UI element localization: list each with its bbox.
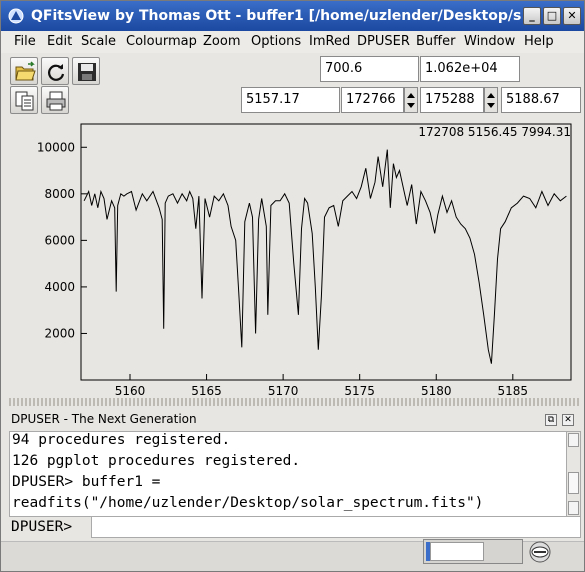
open-button[interactable] — [10, 57, 38, 85]
menu-edit[interactable]: Edit — [47, 34, 72, 49]
scroll-thumb[interactable] — [568, 472, 579, 494]
x-tick-label: 5170 — [268, 384, 299, 396]
dpuser-prompt: DPUSER> — [11, 519, 73, 535]
spin-down-icon[interactable] — [407, 103, 415, 108]
cursor-readout: 172708 5156.45 7994.31 — [418, 125, 571, 139]
save-icon — [78, 63, 96, 81]
window-title: QFitsView by Thomas Ott - buffer1 [/home… — [31, 8, 521, 24]
spin-up-icon[interactable] — [407, 93, 415, 98]
spin-down-icon[interactable] — [487, 103, 495, 108]
copy-button[interactable] — [10, 86, 38, 114]
print-icon — [46, 91, 66, 111]
spectrum-plot-panel[interactable]: 5160 5165 5170 5175 5180 5185 2000 4000 6000 8000… — [9, 118, 579, 398]
float-icon[interactable]: ⧉ — [545, 414, 557, 426]
menu-dpuser[interactable]: DPUSER — [357, 34, 410, 49]
x-tick-label: 5175 — [344, 384, 375, 396]
dpuser-console[interactable]: 94 procedures registered. 126 pgplot pro… — [9, 431, 581, 517]
y-tick-label: 8000 — [44, 187, 75, 201]
menu-file[interactable]: File — [14, 34, 36, 49]
minimize-button[interactable]: _ — [523, 7, 541, 25]
x-tick-label: 5180 — [421, 384, 452, 396]
x-tick-label: 5165 — [191, 384, 222, 396]
spectrum-line — [83, 149, 567, 364]
close-button[interactable]: ✕ — [563, 7, 581, 25]
console-scrollbar[interactable] — [566, 432, 580, 516]
app-icon — [8, 8, 24, 24]
title-bar[interactable]: QFitsView by Thomas Ott - buffer1 [/home… — [1, 1, 584, 31]
menu-zoom[interactable]: Zoom — [203, 34, 240, 49]
menu-scale[interactable]: Scale — [81, 34, 116, 49]
dpuser-dock-title: DPUSER - The Next Generation — [11, 412, 197, 426]
qfitsview-window: QFitsView by Thomas Ott - buffer1 [/home… — [0, 0, 585, 572]
y-tick-label: 6000 — [44, 233, 75, 247]
y-tick-label: 10000 — [37, 140, 75, 154]
menu-help[interactable]: Help — [524, 34, 554, 49]
menu-window[interactable]: Window — [464, 34, 515, 49]
open-folder-icon — [15, 61, 36, 81]
menu-buffer[interactable]: Buffer — [416, 34, 455, 49]
wavelength-start-field[interactable]: 5157.17 — [241, 87, 340, 113]
pixel-start-stepper[interactable] — [404, 87, 418, 113]
dock-close-icon[interactable]: ✕ — [562, 414, 574, 426]
pixel-start-spinbox[interactable]: 172766 — [341, 87, 404, 113]
menu-colourmap[interactable]: Colourmap — [126, 34, 197, 49]
reload-button[interactable] — [41, 57, 69, 85]
scroll-up-icon[interactable] — [568, 433, 579, 447]
menu-bar: File Edit Scale Colourmap Zoom Options I… — [1, 31, 584, 53]
save-button[interactable] — [72, 57, 100, 85]
console-line: 126 pgplot procedures registered. — [12, 453, 301, 469]
y-tick-label: 2000 — [44, 326, 75, 340]
splitter-handle[interactable] — [9, 398, 579, 406]
spectrum-plot[interactable]: 5160 5165 5170 5175 5180 5185 2000 4000 6000 8000… — [9, 118, 579, 398]
command-input[interactable] — [91, 516, 581, 538]
copy-icon — [15, 91, 34, 111]
menu-imred[interactable]: ImRed — [309, 34, 350, 49]
progress-well — [430, 542, 484, 561]
spin-up-icon[interactable] — [487, 93, 495, 98]
pixel-end-stepper[interactable] — [484, 87, 498, 113]
plot-frame — [80, 123, 572, 381]
progress-bar — [423, 539, 523, 564]
menu-options[interactable]: Options — [251, 34, 301, 49]
reload-icon — [48, 64, 65, 81]
pixel-end-spinbox[interactable]: 175288 — [420, 87, 484, 113]
x-tick-label: 5185 — [498, 384, 529, 396]
wavelength-end-field[interactable]: 5188.67 — [501, 87, 581, 113]
busy-stop-icon[interactable] — [528, 540, 552, 564]
console-line: 94 procedures registered. — [12, 432, 231, 448]
value-field[interactable]: 700.6 — [320, 56, 419, 82]
maximize-button[interactable]: □ — [543, 7, 561, 25]
x-tick-label: 5160 — [115, 384, 146, 396]
print-button[interactable] — [41, 86, 69, 114]
y-tick-label: 4000 — [44, 280, 75, 294]
scroll-down-icon[interactable] — [568, 501, 579, 515]
console-line: readfits("/home/uzlender/Desktop/solar_s… — [12, 495, 484, 511]
console-line: DPUSER> buffer1 = — [12, 474, 161, 490]
scale-field[interactable]: 1.062e+04 — [420, 56, 520, 82]
